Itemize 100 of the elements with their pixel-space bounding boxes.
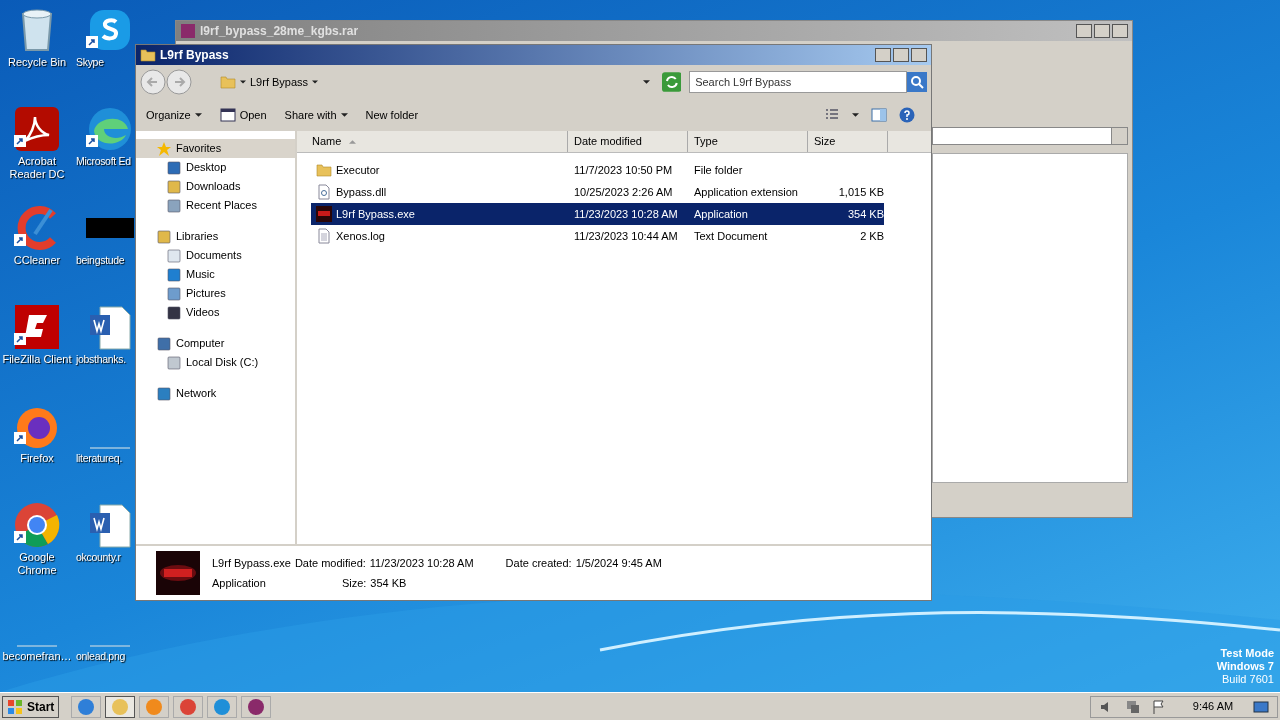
flag-icon[interactable] xyxy=(1151,698,1167,715)
caret-icon xyxy=(642,80,650,84)
field-value: 11/23/2023 10:28 AM xyxy=(369,555,474,571)
nav-item[interactable]: Libraries xyxy=(136,227,295,246)
search-field[interactable]: Search L9rf Bypass xyxy=(689,71,907,93)
system-notice: Windows 7 xyxy=(1216,660,1274,673)
desktop-icon-label[interactable]: Firefox xyxy=(1,452,73,465)
folder-icon xyxy=(220,74,236,90)
folder-icon xyxy=(316,162,332,178)
file-type: Text Document xyxy=(693,228,769,244)
file-type: File folder xyxy=(693,162,744,178)
nav-item[interactable]: Network xyxy=(136,384,295,403)
file-row[interactable]: Bypass.dll 10/25/2023 2:26 AM Application extension 1,015 KB xyxy=(311,181,884,203)
desktop-icon-label[interactable]: okcounty.r xyxy=(74,551,121,564)
preview-pane-icon[interactable] xyxy=(871,107,887,123)
field-value: 354 KB xyxy=(370,576,407,591)
file-size: 1,015 KB xyxy=(838,184,884,200)
acrobat-icon xyxy=(13,105,61,153)
file-size: 2 KB xyxy=(860,228,884,244)
system-notice: Test Mode xyxy=(1220,647,1274,660)
search-icon[interactable] xyxy=(907,72,927,92)
field-label: Date modified: xyxy=(294,555,366,571)
column-header[interactable]: Type xyxy=(688,131,808,152)
taskbar-app[interactable] xyxy=(71,695,102,718)
file-row[interactable]: Xenos.log 11/23/2023 10:44 AM Text Document 2 KB xyxy=(311,225,884,247)
desktop-icon-label[interactable]: Skype xyxy=(74,56,104,69)
window-icon xyxy=(219,107,236,123)
star-icon xyxy=(156,140,172,157)
window-title: l9rf_bypass_28me_kgbs.rar xyxy=(200,23,359,40)
window-control[interactable] xyxy=(911,48,927,62)
file-row[interactable]: Executor 11/7/2023 10:50 PM File folder xyxy=(311,159,884,181)
desktop-icon-label[interactable]: CCleaner xyxy=(1,254,73,267)
refresh-icon[interactable] xyxy=(661,72,682,92)
desktop-icon-label[interactable]: becomefran… xyxy=(1,650,73,663)
file-name: Bypass.dll xyxy=(336,184,387,200)
nav-item[interactable]: Local Disk (C:) xyxy=(136,353,295,372)
field-label: Size: xyxy=(341,576,367,591)
desktop-icon-label[interactable]: onlead.png xyxy=(74,650,125,663)
file-date: 11/23/2023 10:28 AM xyxy=(573,206,679,222)
caret-icon xyxy=(349,139,357,144)
file-name: L9rf Bypass.exe xyxy=(336,206,415,222)
toolbar-button[interactable]: Open xyxy=(219,106,267,124)
start-button[interactable]: Start xyxy=(2,695,60,718)
taskbar-app[interactable] xyxy=(105,695,136,718)
gear-file-icon xyxy=(316,184,332,200)
desktop-icon-label[interactable]: FileZilla Client xyxy=(1,353,73,366)
column-header[interactable]: Name xyxy=(297,131,568,152)
desktop-icon-label[interactable]: Google Chrome xyxy=(1,551,73,577)
file-type: Application xyxy=(212,576,267,591)
desktop-icon-label[interactable]: Microsoft Ed xyxy=(74,155,131,168)
toolbar-button[interactable]: Organize xyxy=(146,106,202,124)
caret-icon xyxy=(194,113,202,117)
nav-item[interactable]: Downloads xyxy=(136,177,295,196)
nav-item[interactable]: Recent Places xyxy=(136,196,295,215)
taskbar-app[interactable] xyxy=(173,695,204,718)
caret-icon xyxy=(852,113,859,117)
desktop-icon-label[interactable]: Acrobat Reader DC xyxy=(1,155,73,181)
column-header[interactable]: Date modified xyxy=(568,131,688,152)
system-notice: Build 7601 xyxy=(1222,673,1274,686)
folder-icon xyxy=(140,47,156,63)
window-control[interactable] xyxy=(893,48,909,62)
nav-item[interactable]: Favorites xyxy=(136,139,295,158)
taskbar-app[interactable] xyxy=(241,695,272,718)
file-type: Application xyxy=(693,206,749,222)
address-text: L9rf Bypass xyxy=(250,74,309,90)
toolbar-button[interactable]: Share with xyxy=(284,106,348,124)
window-control[interactable] xyxy=(1076,24,1092,38)
window-control[interactable] xyxy=(1094,24,1110,38)
nav-item[interactable]: Computer xyxy=(136,334,295,353)
file-date: 11/7/2023 10:50 PM xyxy=(573,162,674,178)
toolbar-button[interactable]: New folder xyxy=(365,106,419,124)
window-title: L9rf Bypass xyxy=(160,47,229,64)
file-date: 11/23/2023 10:44 AM xyxy=(573,228,679,244)
nav-item[interactable]: Pictures xyxy=(136,284,295,303)
nav-item[interactable]: Desktop xyxy=(136,158,295,177)
window-control[interactable] xyxy=(1112,24,1128,38)
show-desktop-icon[interactable] xyxy=(1253,698,1269,715)
field-value: 1/5/2024 9:45 AM xyxy=(575,556,662,571)
nav-item[interactable]: Music xyxy=(136,265,295,284)
address-bar[interactable]: L9rf Bypass xyxy=(216,71,654,93)
file-date: 10/25/2023 2:26 AM xyxy=(573,184,674,200)
field-label: Date created: xyxy=(505,556,572,571)
text-file-icon xyxy=(316,228,332,244)
nav-item[interactable]: Videos xyxy=(136,303,295,322)
window-control[interactable] xyxy=(875,48,891,62)
windows-logo-icon xyxy=(7,698,23,715)
file-row[interactable]: L9rf Bypass.exe 11/23/2023 10:28 AM Application 354 KB xyxy=(311,203,884,225)
nav-item[interactable]: Documents xyxy=(136,246,295,265)
column-header[interactable]: Size xyxy=(808,131,888,152)
desktop-icon-label[interactable]: jobsthanks. xyxy=(74,353,126,366)
file-name: Xenos.log xyxy=(336,228,385,244)
path-combo[interactable] xyxy=(932,127,1128,145)
caret-icon xyxy=(240,80,246,84)
desktop-icon-label[interactable]: Recycle Bin xyxy=(1,56,73,69)
caret-icon xyxy=(340,113,348,117)
desktop-icon-label[interactable]: literatureq. xyxy=(74,452,122,465)
file-size: 354 KB xyxy=(847,206,884,222)
desktop-icon-label[interactable]: beingstude xyxy=(74,254,125,267)
file-type: Application extension xyxy=(693,184,799,200)
help-icon[interactable] xyxy=(899,107,915,123)
